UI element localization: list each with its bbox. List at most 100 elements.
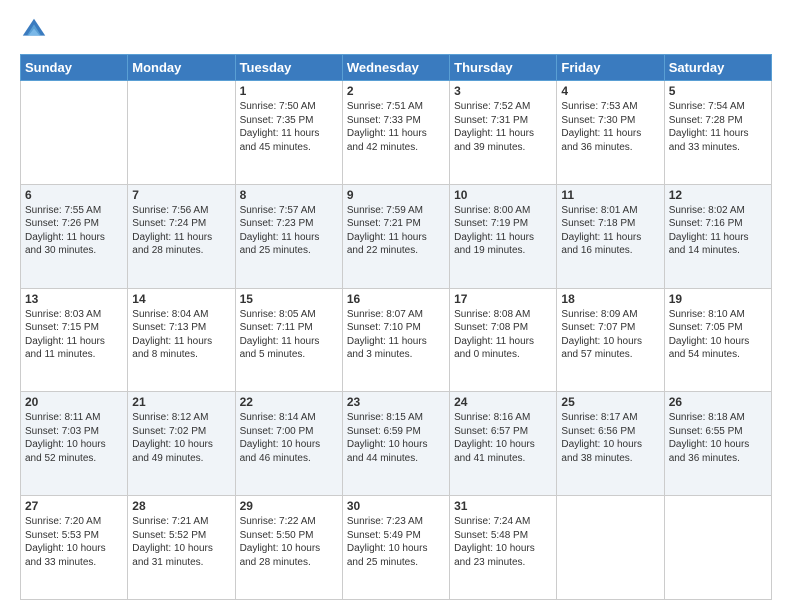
- cell-text: Sunrise: 8:15 AM Sunset: 6:59 PM Dayligh…: [347, 411, 445, 465]
- calendar-cell: 26 Sunrise: 8:18 AM Sunset: 6:55 PM Dayli…: [664, 392, 771, 496]
- calendar-cell: 5 Sunrise: 7:54 AM Sunset: 7:28 PM Daylig…: [664, 81, 771, 185]
- day-number: 20: [25, 395, 123, 409]
- day-number: 26: [669, 395, 767, 409]
- day-number: 11: [561, 188, 659, 202]
- day-number: 23: [347, 395, 445, 409]
- calendar-cell: 22 Sunrise: 8:14 AM Sunset: 7:00 PM Dayli…: [235, 392, 342, 496]
- weekday-header-monday: Monday: [128, 55, 235, 81]
- cell-text: Sunrise: 7:57 AM Sunset: 7:23 PM Dayligh…: [240, 204, 338, 258]
- day-number: 3: [454, 84, 552, 98]
- weekday-header-thursday: Thursday: [450, 55, 557, 81]
- calendar-cell: 3 Sunrise: 7:52 AM Sunset: 7:31 PM Daylig…: [450, 81, 557, 185]
- cell-text: Sunrise: 8:03 AM Sunset: 7:15 PM Dayligh…: [25, 308, 123, 362]
- calendar-cell: 20 Sunrise: 8:11 AM Sunset: 7:03 PM Dayli…: [21, 392, 128, 496]
- day-number: 19: [669, 292, 767, 306]
- cell-text: Sunrise: 8:11 AM Sunset: 7:03 PM Dayligh…: [25, 411, 123, 465]
- day-number: 2: [347, 84, 445, 98]
- calendar-cell: 17 Sunrise: 8:08 AM Sunset: 7:08 PM Dayli…: [450, 288, 557, 392]
- calendar-cell: 15Sunrise: 8:05 AM Sunset: 7:11 PM Dayli…: [235, 288, 342, 392]
- cell-text: Sunrise: 8:17 AM Sunset: 6:56 PM Dayligh…: [561, 411, 659, 465]
- cell-text: Sunrise: 8:01 AM Sunset: 7:18 PM Dayligh…: [561, 204, 659, 258]
- calendar-cell: [128, 81, 235, 185]
- calendar-cell: 27 Sunrise: 7:20 AM Sunset: 5:53 PM Dayli…: [21, 496, 128, 600]
- calendar-week-4: 20 Sunrise: 8:11 AM Sunset: 7:03 PM Dayli…: [21, 392, 772, 496]
- calendar-cell: 16 Sunrise: 8:07 AM Sunset: 7:10 PM Dayli…: [342, 288, 449, 392]
- calendar-cell: [557, 496, 664, 600]
- cell-text: Sunrise: 8:12 AM Sunset: 7:02 PM Dayligh…: [132, 411, 230, 465]
- cell-text: Sunrise: 7:50 AM Sunset: 7:35 PM Dayligh…: [240, 100, 338, 154]
- calendar-cell: 25 Sunrise: 8:17 AM Sunset: 6:56 PM Dayli…: [557, 392, 664, 496]
- day-number: 5: [669, 84, 767, 98]
- day-number: 31: [454, 499, 552, 513]
- cell-text: Sunrise: 8:14 AM Sunset: 7:00 PM Dayligh…: [240, 411, 338, 465]
- calendar-cell: 21 Sunrise: 8:12 AM Sunset: 7:02 PM Dayli…: [128, 392, 235, 496]
- calendar-cell: 14 Sunrise: 8:04 AM Sunset: 7:13 PM Dayli…: [128, 288, 235, 392]
- calendar-cell: 10Sunrise: 8:00 AM Sunset: 7:19 PM Dayli…: [450, 184, 557, 288]
- day-number: 13: [25, 292, 123, 306]
- day-number: 16: [347, 292, 445, 306]
- calendar-week-1: 1Sunrise: 7:50 AM Sunset: 7:35 PM Daylig…: [21, 81, 772, 185]
- day-number: 4: [561, 84, 659, 98]
- calendar-cell: 29 Sunrise: 7:22 AM Sunset: 5:50 PM Dayli…: [235, 496, 342, 600]
- weekday-header-wednesday: Wednesday: [342, 55, 449, 81]
- calendar-cell: 23 Sunrise: 8:15 AM Sunset: 6:59 PM Dayli…: [342, 392, 449, 496]
- day-number: 17: [454, 292, 552, 306]
- calendar-cell: 30Sunrise: 7:23 AM Sunset: 5:49 PM Dayli…: [342, 496, 449, 600]
- calendar-cell: 19 Sunrise: 8:10 AM Sunset: 7:05 PM Dayli…: [664, 288, 771, 392]
- calendar-table: SundayMondayTuesdayWednesdayThursdayFrid…: [20, 54, 772, 600]
- calendar-cell: 18Sunrise: 8:09 AM Sunset: 7:07 PM Dayli…: [557, 288, 664, 392]
- cell-text: Sunrise: 7:53 AM Sunset: 7:30 PM Dayligh…: [561, 100, 659, 154]
- calendar-cell: 24 Sunrise: 8:16 AM Sunset: 6:57 PM Dayli…: [450, 392, 557, 496]
- cell-text: Sunrise: 8:07 AM Sunset: 7:10 PM Dayligh…: [347, 308, 445, 362]
- calendar-cell: 31Sunrise: 7:24 AM Sunset: 5:48 PM Dayli…: [450, 496, 557, 600]
- day-number: 25: [561, 395, 659, 409]
- day-number: 9: [347, 188, 445, 202]
- day-number: 12: [669, 188, 767, 202]
- calendar-cell: [21, 81, 128, 185]
- calendar-body: 1Sunrise: 7:50 AM Sunset: 7:35 PM Daylig…: [21, 81, 772, 600]
- weekday-header-saturday: Saturday: [664, 55, 771, 81]
- day-number: 28: [132, 499, 230, 513]
- cell-text: Sunrise: 7:56 AM Sunset: 7:24 PM Dayligh…: [132, 204, 230, 258]
- weekday-header-sunday: Sunday: [21, 55, 128, 81]
- cell-text: Sunrise: 8:08 AM Sunset: 7:08 PM Dayligh…: [454, 308, 552, 362]
- day-number: 8: [240, 188, 338, 202]
- cell-text: Sunrise: 7:59 AM Sunset: 7:21 PM Dayligh…: [347, 204, 445, 258]
- calendar-cell: 1Sunrise: 7:50 AM Sunset: 7:35 PM Daylig…: [235, 81, 342, 185]
- day-number: 21: [132, 395, 230, 409]
- cell-text: Sunrise: 8:04 AM Sunset: 7:13 PM Dayligh…: [132, 308, 230, 362]
- cell-text: Sunrise: 8:10 AM Sunset: 7:05 PM Dayligh…: [669, 308, 767, 362]
- cell-text: Sunrise: 7:55 AM Sunset: 7:26 PM Dayligh…: [25, 204, 123, 258]
- page: SundayMondayTuesdayWednesdayThursdayFrid…: [0, 0, 792, 612]
- day-number: 24: [454, 395, 552, 409]
- day-number: 30: [347, 499, 445, 513]
- calendar-cell: 7 Sunrise: 7:56 AM Sunset: 7:24 PM Daylig…: [128, 184, 235, 288]
- logo-icon: [20, 16, 48, 44]
- calendar-cell: 11 Sunrise: 8:01 AM Sunset: 7:18 PM Dayli…: [557, 184, 664, 288]
- cell-text: Sunrise: 7:52 AM Sunset: 7:31 PM Dayligh…: [454, 100, 552, 154]
- weekday-header-friday: Friday: [557, 55, 664, 81]
- weekday-header-tuesday: Tuesday: [235, 55, 342, 81]
- logo: [20, 16, 52, 44]
- calendar-cell: 9 Sunrise: 7:59 AM Sunset: 7:21 PM Daylig…: [342, 184, 449, 288]
- cell-text: Sunrise: 8:16 AM Sunset: 6:57 PM Dayligh…: [454, 411, 552, 465]
- calendar-cell: 8 Sunrise: 7:57 AM Sunset: 7:23 PM Daylig…: [235, 184, 342, 288]
- day-number: 7: [132, 188, 230, 202]
- cell-text: Sunrise: 7:22 AM Sunset: 5:50 PM Dayligh…: [240, 515, 338, 569]
- cell-text: Sunrise: 7:51 AM Sunset: 7:33 PM Dayligh…: [347, 100, 445, 154]
- calendar-cell: 2 Sunrise: 7:51 AM Sunset: 7:33 PM Daylig…: [342, 81, 449, 185]
- calendar-week-2: 6Sunrise: 7:55 AM Sunset: 7:26 PM Daylig…: [21, 184, 772, 288]
- cell-text: Sunrise: 8:00 AM Sunset: 7:19 PM Dayligh…: [454, 204, 552, 258]
- cell-text: Sunrise: 7:20 AM Sunset: 5:53 PM Dayligh…: [25, 515, 123, 569]
- calendar-header: SundayMondayTuesdayWednesdayThursdayFrid…: [21, 55, 772, 81]
- cell-text: Sunrise: 8:18 AM Sunset: 6:55 PM Dayligh…: [669, 411, 767, 465]
- day-number: 29: [240, 499, 338, 513]
- day-number: 27: [25, 499, 123, 513]
- day-number: 22: [240, 395, 338, 409]
- day-number: 14: [132, 292, 230, 306]
- cell-text: Sunrise: 7:21 AM Sunset: 5:52 PM Dayligh…: [132, 515, 230, 569]
- calendar-week-5: 27 Sunrise: 7:20 AM Sunset: 5:53 PM Dayli…: [21, 496, 772, 600]
- cell-text: Sunrise: 7:54 AM Sunset: 7:28 PM Dayligh…: [669, 100, 767, 154]
- weekday-header-row: SundayMondayTuesdayWednesdayThursdayFrid…: [21, 55, 772, 81]
- day-number: 18: [561, 292, 659, 306]
